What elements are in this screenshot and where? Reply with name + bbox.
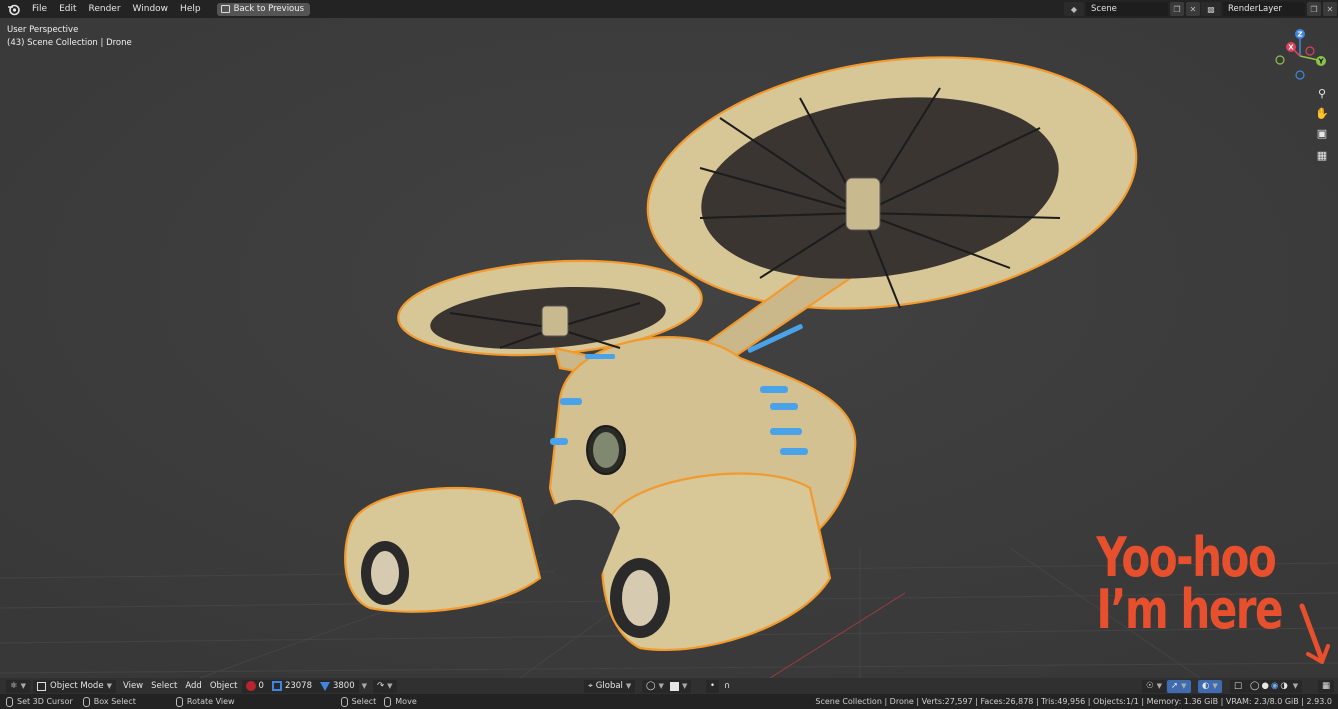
solid-shading-icon[interactable]: ● — [1262, 681, 1269, 691]
viewport-header-toolbar: ⚛ ▼ Object Mode ▼ View Select Add Object 0… — [0, 678, 1338, 694]
editor-type-button[interactable]: ⚛ ▼ — [6, 679, 31, 693]
zoom-icon[interactable]: ⚲ — [1313, 84, 1331, 102]
layer-icon[interactable]: ▩ — [1201, 2, 1221, 16]
stat-b[interactable]: 23078 — [267, 679, 316, 693]
gizmo-neg-z[interactable] — [1295, 70, 1305, 80]
object-mode-icon — [37, 681, 47, 691]
gizmo-y-label: Y — [1317, 58, 1324, 66]
mouse-move-icon — [384, 696, 392, 707]
material-icon — [245, 681, 256, 691]
wireframe-shading-icon[interactable]: ◯ — [1250, 681, 1260, 691]
hint-move: Move — [376, 696, 417, 707]
menu-add[interactable]: Add — [181, 681, 205, 691]
mesh-icon — [271, 681, 282, 691]
scene-new-icon[interactable]: ❐ — [1170, 2, 1184, 16]
shading-dropdown-icon[interactable]: ▼ — [1293, 682, 1298, 690]
stat-a-value: 0 — [258, 681, 264, 691]
gizmo-z-label: Z — [1297, 31, 1302, 39]
annotation-line-1: Yoo-hoo — [1096, 526, 1276, 589]
menu-help[interactable]: Help — [174, 0, 207, 18]
3d-viewport[interactable]: User Perspective (43) Scene Collection |… — [0, 18, 1338, 678]
mouse-middle-icon — [175, 696, 183, 707]
layer-name-field[interactable]: RenderLayer — [1223, 2, 1305, 16]
orientation-label: Global — [595, 681, 623, 691]
hint-rotate-view: Rotate View — [136, 696, 235, 707]
menu-window[interactable]: Window — [127, 0, 175, 18]
top-menubar: File Edit Render Window Help Back to Pre… — [0, 0, 1338, 18]
mode-dropdown[interactable]: Object Mode ▼ — [33, 679, 116, 693]
annotation-text: Yoo-hoo I’m here — [1096, 526, 1283, 641]
gizmo-neg-y[interactable] — [1275, 55, 1285, 65]
menu-select[interactable]: Select — [147, 681, 181, 691]
proportional-edit-button[interactable]: • — [706, 679, 720, 693]
scene-name-field[interactable]: Scene — [1086, 2, 1168, 16]
extra-tool-button[interactable]: ↷ ▼ — [373, 679, 397, 693]
hand-icon[interactable]: ✋ — [1313, 104, 1331, 122]
status-bar: Set 3D Cursor Box Select Rotate View Sel… — [0, 694, 1338, 709]
hint-set-cursor: Set 3D Cursor — [0, 696, 73, 707]
layer-close-icon[interactable]: ✕ — [1323, 2, 1337, 16]
mouse-right-icon — [340, 696, 348, 707]
menu-render[interactable]: Render — [83, 0, 127, 18]
scene-selector: ◆ Scene ❐ ✕ — [1064, 2, 1200, 16]
layer-selector: ▩ RenderLayer ❐ ✕ — [1201, 2, 1337, 16]
sidebar-toggle-icon[interactable]: ▦ — [1318, 679, 1335, 693]
mouse-left-icon — [6, 696, 13, 707]
stat-c[interactable]: 3800 — [315, 679, 359, 693]
stat-b-value: 23078 — [284, 681, 312, 691]
mode-label: Object Mode — [50, 681, 104, 691]
snap-icon — [670, 681, 679, 691]
blender-logo-icon[interactable] — [6, 2, 20, 16]
orientation-icon: ⌖ — [588, 681, 593, 691]
menu-file[interactable]: File — [26, 0, 53, 18]
snap-button[interactable]: ▼ — [666, 679, 692, 693]
rendered-shading-icon[interactable]: ◑ — [1280, 681, 1287, 691]
hint-select: Select — [235, 696, 377, 707]
hint-box-select-label: Box Select — [93, 697, 136, 706]
overlay-toggle-button[interactable]: ◐ ▼ — [1198, 679, 1222, 693]
stat-dropdown-icon[interactable]: ▼ — [362, 682, 367, 690]
viewport-shading-icons[interactable]: ◯ ● ◉ ◑ ▼ — [1246, 679, 1303, 693]
visibility-button[interactable]: ☉ ▼ — [1142, 679, 1167, 693]
menu-edit[interactable]: Edit — [53, 0, 82, 18]
hint-box-select: Box Select — [73, 696, 136, 707]
scene-icon[interactable]: ◆ — [1064, 2, 1084, 16]
stat-a[interactable]: 0 — [241, 679, 268, 693]
annotation-arrow-icon — [1299, 603, 1330, 664]
gizmo-x-label: X — [1288, 44, 1294, 52]
grid-icon[interactable]: ▦ — [1313, 146, 1331, 164]
xray-toggle-button[interactable]: □ — [1230, 679, 1247, 693]
hint-select-label: Select — [351, 697, 377, 706]
hint-set-cursor-label: Set 3D Cursor — [17, 697, 73, 706]
back-to-previous-label: Back to Previous — [233, 4, 305, 14]
hint-move-label: Move — [395, 697, 417, 706]
stat-c-value: 3800 — [332, 681, 355, 691]
gizmo-toggle-button[interactable]: ➚ ▼ — [1167, 679, 1191, 693]
back-icon — [220, 5, 230, 13]
orientation-dropdown[interactable]: ⌖ Global ▼ — [584, 679, 636, 693]
annotation-line-2: I’m here — [1096, 578, 1283, 641]
navigation-gizmo[interactable]: Z Y X — [1274, 26, 1330, 82]
mouse-drag-icon — [82, 696, 90, 707]
material-shading-icon[interactable]: ◉ — [1271, 681, 1278, 691]
camera-icon[interactable]: ▣ — [1313, 124, 1331, 142]
layer-new-icon[interactable]: ❐ — [1307, 2, 1321, 16]
triangle-icon — [319, 681, 330, 691]
hint-rotate-view-label: Rotate View — [186, 697, 235, 706]
falloff-icon[interactable]: ∩ — [720, 681, 734, 691]
gizmo-neg-x[interactable] — [1305, 46, 1315, 56]
scene-statistics: Scene Collection | Drone | Verts:27,597 … — [815, 697, 1332, 706]
menu-view[interactable]: View — [119, 681, 147, 691]
pivot-button[interactable]: ◯ ▼ — [642, 679, 668, 693]
menu-object[interactable]: Object — [206, 681, 242, 691]
scene-close-icon[interactable]: ✕ — [1186, 2, 1200, 16]
back-to-previous-button[interactable]: Back to Previous — [216, 2, 311, 16]
